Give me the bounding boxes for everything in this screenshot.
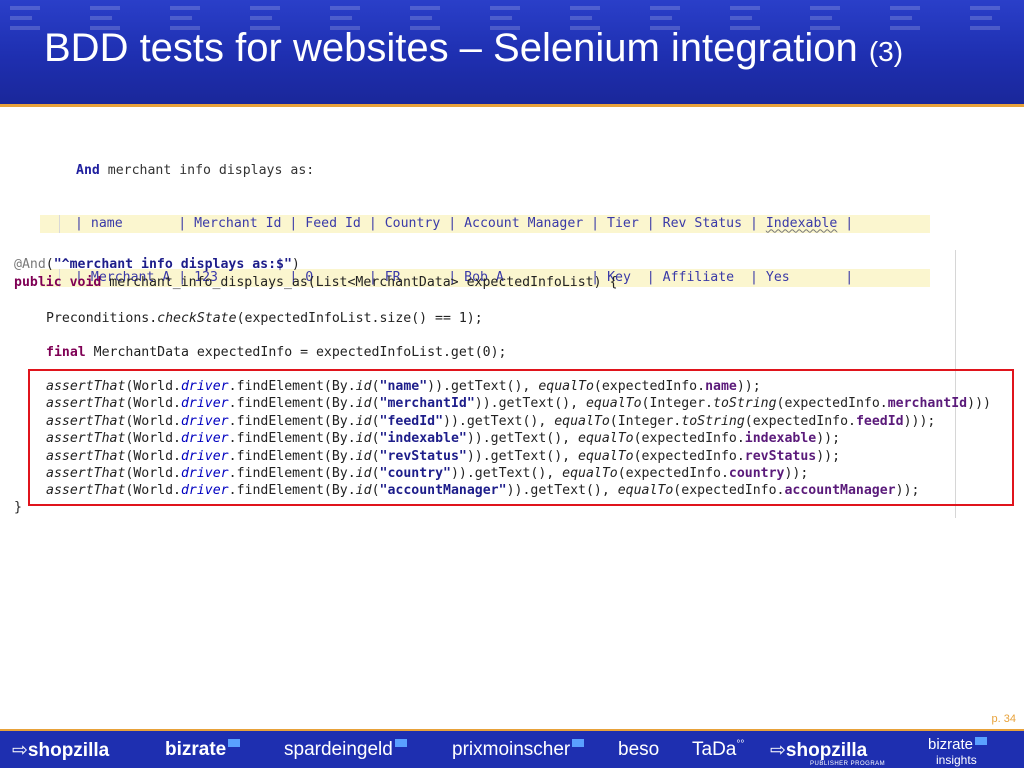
shopzilla-mark-icon: ⇨ [12,740,28,761]
annotation-line: @And("^merchant info displays as:$") [14,257,300,272]
gherkin-step-line: And merchant info displays as: [40,162,930,180]
spardeingeld-flag-icon [394,739,407,747]
gherkin-header-cell-0: name [90,216,123,232]
prixmoinscher-flag-icon [572,739,585,747]
assertions-highlight-box [28,369,1014,506]
gherkin-table-header: | name | Merchant Id | Feed Id | Country… [40,215,930,234]
final-line: final MerchantData expectedInfo = expect… [46,345,507,360]
method-signature: public void merchant_info_displays_as(Li… [14,275,618,290]
shopzilla-publisher-logo: ⇨shopzilla PUBLISHER PROGRAM [770,740,886,767]
annotation-regex: "^merchant info displays as:$" [53,257,292,272]
gherkin-header-cell-2: Feed Id [305,216,361,232]
footer-logo-bar: ⇨shopzilla bizrate spardeingeld prixmoin… [0,731,1024,768]
precondition-line: Preconditions.checkState(expectedInfoLis… [46,311,483,326]
page-number: p. 34 [991,713,1016,725]
annotation: @And [14,257,46,272]
closing-brace: } [14,500,22,515]
beso-logo: beso [618,739,660,760]
gherkin-step-text: merchant info displays as: [99,163,315,179]
gherkin-header-cell-7: Indexable [765,216,838,232]
bizrate-insights-logo: bizrate insights [928,737,988,768]
slide-header: BDD tests for websites – Selenium integr… [0,0,1024,104]
shopzilla-publisher-mark-icon: ⇨ [770,740,786,761]
gherkin-header-cell-1: Merchant Id [194,216,282,232]
slide-title-suffix: (3) [868,36,904,67]
gherkin-header-cell-3: Country [384,216,441,232]
prixmoinscher-logo: prixmoinscher [452,739,585,761]
slide-title-text: BDD tests for websites – Selenium integr… [44,26,858,70]
bizrate-logo: bizrate [165,739,241,761]
gherkin-header-cell-6: Rev Status [662,216,743,232]
tada-logo: TaDa°° [692,739,745,760]
tada-dots-icon: °° [736,739,745,750]
gherkin-header-cells: | name | Merchant Id | Feed Id | Country… [75,216,862,232]
bizrate-flag-icon [228,739,241,747]
gherkin-keyword: And [76,163,100,179]
gherkin-header-cell-5: Tier [607,216,639,232]
spardeingeld-logo: spardeingeld [284,739,407,761]
bizrate-insights-flag-icon [975,737,988,745]
header-divider [0,104,1024,107]
slide-title: BDD tests for websites – Selenium integr… [44,26,903,71]
shopzilla-logo: ⇨shopzilla [12,740,110,761]
gherkin-header-cell-4: Account Manager [464,216,584,232]
